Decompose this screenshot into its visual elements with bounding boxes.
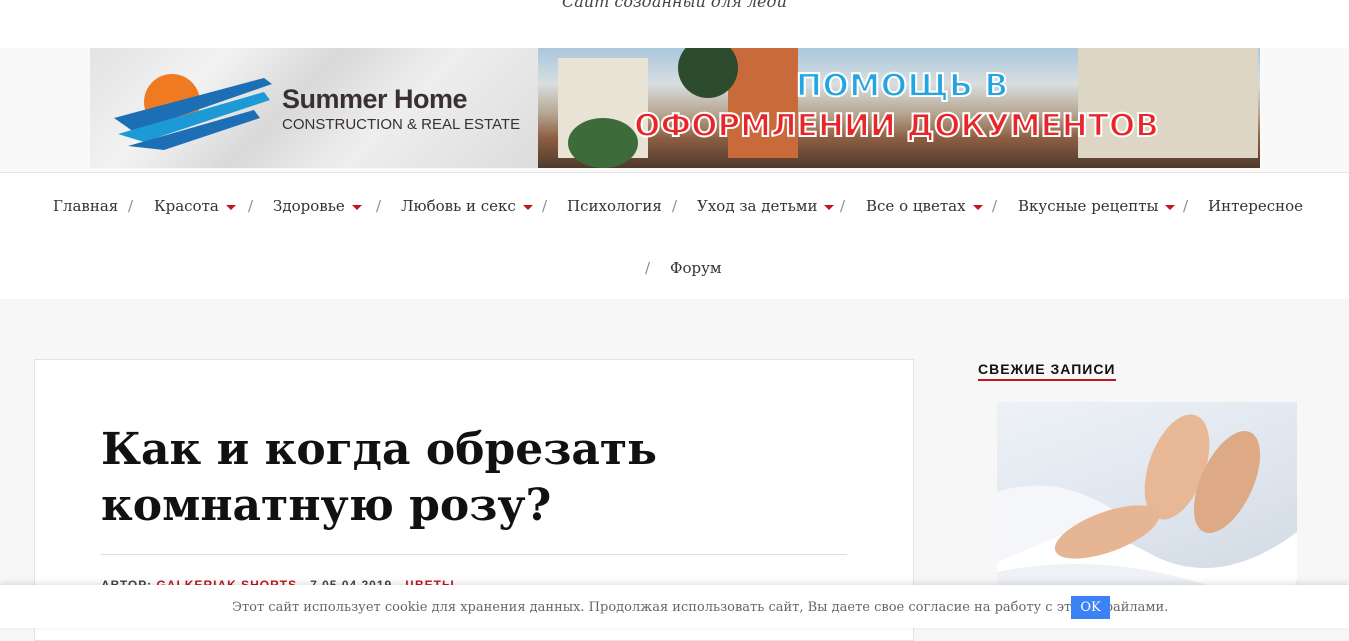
article-title: Как и когда обрезать комнатную розу? — [101, 424, 657, 531]
summer-home-logo-icon — [114, 74, 272, 150]
nav-item-health[interactable]: Здоровье — [273, 197, 362, 215]
caret-down-icon — [824, 204, 835, 210]
nav-separator: / — [542, 197, 548, 215]
nav-separator: / — [992, 197, 998, 215]
caret-down-icon — [225, 204, 236, 210]
caret-down-icon — [1165, 204, 1176, 210]
ad-banner[interactable]: Summer Home CONSTRUCTION & REAL ESTATE П… — [90, 48, 1260, 168]
nav-item-flowers[interactable]: Все о цветах — [866, 197, 983, 215]
nav-item-recipes[interactable]: Вкусные рецепты — [1018, 197, 1176, 215]
nav-item-forum[interactable]: Форум — [670, 259, 722, 277]
recent-post-thumbnail[interactable] — [997, 402, 1297, 602]
nav-separator: / — [840, 197, 846, 215]
cookie-accept-button[interactable]: OK — [1071, 596, 1110, 619]
sidebar-widget-title: СВЕЖИЕ ЗАПИСИ — [978, 361, 1116, 381]
promo-subheadline: ОФОРМЛЕНИИ ДОКУМЕНТОВ — [633, 107, 1160, 145]
nav-item-label: Форум — [670, 259, 722, 277]
nav-item-label: Здоровье — [273, 197, 345, 215]
nav-separator: / — [645, 259, 651, 277]
nav-item-interesting[interactable]: Интересное — [1208, 197, 1303, 215]
nav-item-childcare[interactable]: Уход за детьми — [697, 197, 835, 215]
main-navigation: Главная / Красота / Здоровье / Любовь и … — [0, 172, 1349, 299]
nav-item-label: Главная — [53, 197, 119, 215]
nav-item-label: Любовь и секс — [401, 197, 516, 215]
nav-item-label: Красота — [154, 197, 219, 215]
banner-brand-panel: Summer Home CONSTRUCTION & REAL ESTATE — [90, 48, 538, 168]
banner-row: Summer Home CONSTRUCTION & REAL ESTATE П… — [0, 48, 1349, 172]
caret-down-icon — [522, 204, 533, 210]
site-tagline: Сайт созданный для леди — [562, 0, 787, 11]
bush-shape — [568, 118, 638, 168]
nav-item-label: Вкусные рецепты — [1018, 197, 1159, 215]
nav-separator: / — [376, 197, 382, 215]
feet-photo-image — [997, 414, 1297, 602]
brand-subtitle: CONSTRUCTION & REAL ESTATE — [282, 116, 521, 133]
nav-separator: / — [1183, 197, 1189, 215]
nav-separator: / — [672, 197, 678, 215]
nav-item-label: Психология — [567, 197, 662, 215]
nav-item-home[interactable]: Главная — [53, 197, 118, 215]
nav-item-label: Уход за детьми — [697, 197, 818, 215]
caret-down-icon — [972, 204, 983, 210]
cookie-banner: Этот сайт использует cookie для хранения… — [0, 585, 1349, 628]
nav-separator: / — [248, 197, 254, 215]
nav-item-label: Интересное — [1208, 197, 1304, 215]
cookie-notice-text: Этот сайт использует cookie для хранения… — [232, 600, 1169, 615]
promo-headline: ПОМОЩЬ В — [795, 67, 1009, 105]
title-divider — [101, 554, 847, 555]
banner-promo-panel: ПОМОЩЬ В ОФОРМЛЕНИИ ДОКУМЕНТОВ — [538, 48, 1260, 168]
nav-item-psychology[interactable]: Психология — [567, 197, 662, 215]
caret-down-icon — [351, 204, 362, 210]
nav-item-label: Все о цветах — [866, 197, 966, 215]
brand-name: Summer Home — [282, 84, 468, 114]
site-header-top: Сайт созданный для леди — [0, 0, 1349, 48]
nav-separator: / — [128, 197, 134, 215]
nav-item-love[interactable]: Любовь и секс — [401, 197, 533, 215]
nav-item-beauty[interactable]: Красота — [154, 197, 236, 215]
